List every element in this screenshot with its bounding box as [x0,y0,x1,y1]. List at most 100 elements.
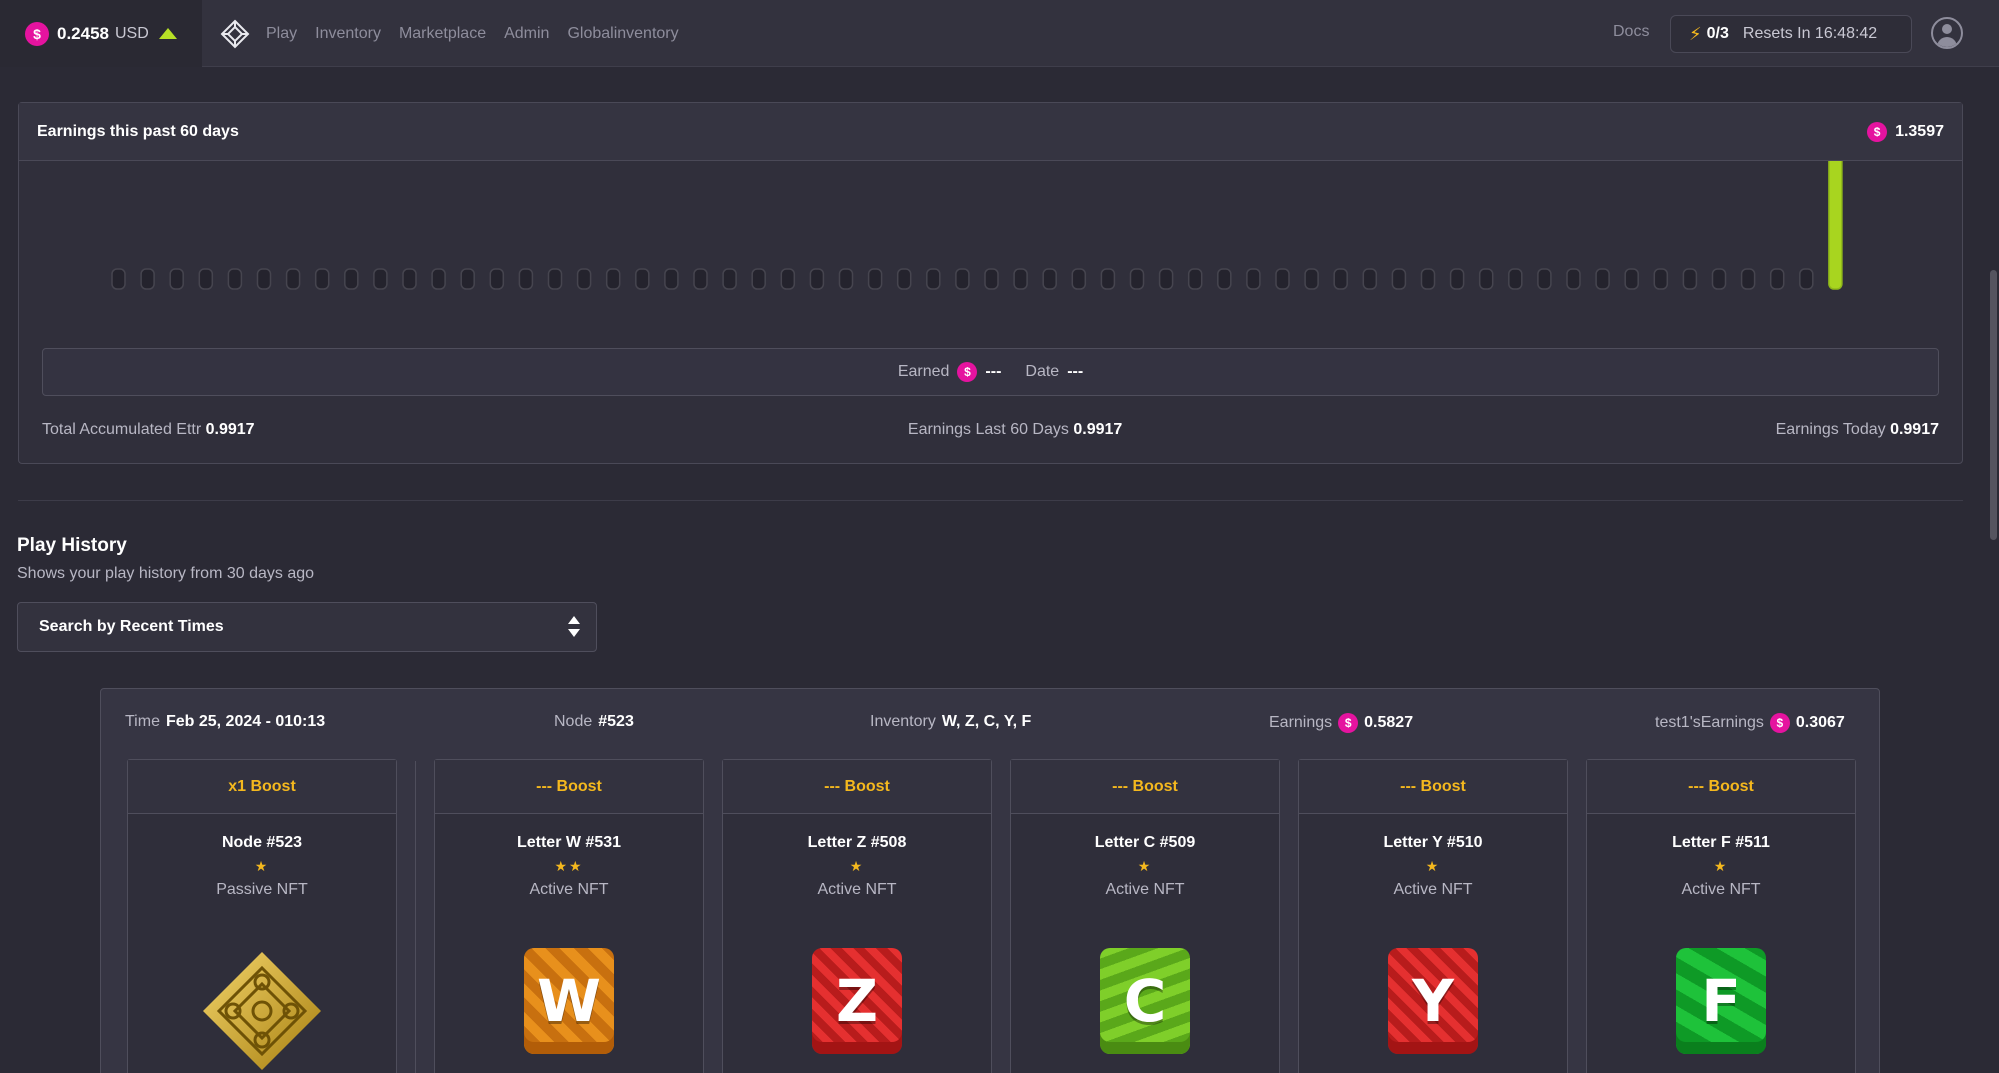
nav-inventory[interactable]: Inventory [315,25,381,43]
docs-link[interactable]: Docs [1613,23,1649,41]
history-sort-value: Search by Recent Times [39,618,224,635]
earnings-bar-day-12[interactable] [431,268,446,290]
earnings-chart-svg [111,161,1843,290]
nft-boost: --- Boost [1587,760,1855,814]
earnings-bar-day-24[interactable] [780,268,796,290]
earnings-bar-day-43[interactable] [1333,268,1348,290]
history-summary: Time Feb 25, 2024 - 010:13 Node #523 Inven… [101,689,1879,757]
earnings-bar-day-41[interactable] [1275,268,1290,290]
earnings-bar-day-39[interactable] [1217,268,1232,290]
earnings-bar-day-5[interactable] [227,268,243,290]
nft-name: Node #523 [221,834,303,851]
earnings-bar-day-40[interactable] [1246,268,1261,290]
nav-globalinventory[interactable]: Globalinventory [567,25,678,43]
earnings-bar-day-37[interactable] [1158,268,1174,290]
earnings-bar-day-35[interactable] [1100,268,1116,290]
earnings-bar-day-27[interactable] [867,268,883,290]
earnings-bar-day-4[interactable] [198,268,214,290]
earnings-bar-day-34[interactable] [1071,268,1087,290]
earnings-bar-day-2[interactable] [140,268,155,290]
earnings-bar-day-57[interactable] [1740,268,1756,290]
earnings-bar-day-52[interactable] [1595,268,1610,290]
earnings-bar-day-17[interactable] [576,268,592,290]
nft-card-letter-w[interactable]: --- Boost Letter W #531 ★★ Active NFT W [434,759,704,1073]
page-scrollbar[interactable] [1990,270,1997,540]
earnings-bar-day-14[interactable] [489,268,505,290]
earnings-bar-day-59[interactable] [1799,268,1814,290]
play-history-subtitle: Shows your play history from 30 days ago [17,565,315,582]
ettr-coin-icon: $ [1769,713,1790,733]
nav-marketplace[interactable]: Marketplace [399,25,486,43]
star-rating-icon: ★ [1713,858,1729,874]
earnings-bar-day-49[interactable] [1508,268,1523,290]
earnings-bar-day-36[interactable] [1129,268,1145,290]
star-rating-icon: ★ [849,858,865,874]
user-avatar-icon[interactable] [1931,17,1963,49]
earnings-bar-day-10[interactable] [373,268,388,290]
earnings-bar-day-55[interactable] [1682,268,1698,290]
earnings-bar-day-28[interactable] [896,268,912,290]
star-rating-icon: ★★ [554,858,584,874]
earnings-bar-day-56[interactable] [1711,268,1727,290]
diamond-logo-icon[interactable] [220,19,250,49]
earnings-bar-day-1[interactable] [111,268,126,290]
earnings-bar-day-48[interactable] [1478,268,1494,290]
earnings-bar-day-21[interactable] [693,268,708,290]
nft-card-letter-f[interactable]: --- Boost Letter F #511 ★ Active NFT F [1586,759,1856,1073]
nft-name: Letter F #511 [1672,834,1770,851]
earnings-bar-day-26[interactable] [838,268,854,290]
earnings-bar-day-31[interactable] [984,268,999,290]
earnings-bar-day-9[interactable] [344,268,359,290]
earnings-bar-day-20[interactable] [664,268,679,290]
earnings-bar-day-29[interactable] [926,268,941,290]
earnings-bar-day-15[interactable] [518,268,534,290]
total-accumulated: Total Accumulated Ettr 0.9917 [42,421,255,438]
earnings-bar-day-58[interactable] [1769,268,1785,290]
balance-currency: USD [115,24,149,42]
earnings-bar-day-46[interactable] [1420,268,1436,290]
earnings-bar-day-25[interactable] [809,268,825,290]
nav-admin[interactable]: Admin [504,25,549,43]
balance-amount: 0.2458 [57,23,109,43]
ettr-coin-icon: $ [957,362,978,382]
earnings-bar-day-30[interactable] [955,268,970,290]
nft-card-letter-c[interactable]: --- Boost Letter C #509 ★ Active NFT C [1010,759,1280,1073]
nft-card-node[interactable]: x1 Boost Node #523 ★ Passive NFT [127,759,397,1073]
history-sort-select[interactable]: Search by Recent Times [17,602,597,652]
earnings-bar-day-33[interactable] [1042,268,1057,290]
earnings-bar-day-18[interactable] [605,268,621,290]
earnings-bar-day-44[interactable] [1362,268,1378,290]
earnings-bar-day-8[interactable] [314,268,330,290]
energy-status[interactable]: ⚡ 0/3 Resets In 16:48:42 [1670,15,1912,53]
history-inventory: Inventory W, Z, C, Y, F [870,713,1032,730]
earnings-bar-day-22[interactable] [722,268,737,290]
earnings-bar-day-60[interactable] [1828,161,1843,290]
earnings-bar-day-50[interactable] [1537,268,1552,290]
earnings-bar-day-47[interactable] [1449,268,1465,290]
earnings-bar-day-6[interactable] [256,268,272,290]
earnings-bar-day-13[interactable] [460,268,475,290]
nft-card-letter-z[interactable]: --- Boost Letter Z #508 ★ Active NFT Z [722,759,992,1073]
history-time: Time Feb 25, 2024 - 010:13 [125,713,326,730]
earnings-bar-day-51[interactable] [1566,268,1581,290]
earnings-bar-day-19[interactable] [635,268,650,290]
earnings-bar-day-3[interactable] [169,268,184,290]
nav-play[interactable]: Play [266,25,297,43]
earnings-bar-day-54[interactable] [1653,268,1669,290]
history-test-earnings: test1'sEarnings $0.3067 [1655,713,1845,733]
earnings-bar-day-23[interactable] [751,268,766,290]
top-bar: $ 0.2458 USD Play Inventory Marketplace … [0,0,1999,67]
earnings-bar-day-16[interactable] [547,268,563,290]
earnings-header: Earnings this past 60 days $ 1.3597 [19,103,1962,161]
earnings-bar-day-53[interactable] [1624,268,1639,290]
earnings-bar-day-38[interactable] [1187,268,1203,290]
earnings-bar-day-11[interactable] [402,268,417,290]
earnings-bar-day-42[interactable] [1304,268,1319,290]
nft-card-letter-y[interactable]: --- Boost Letter Y #510 ★ Active NFT Y [1298,759,1568,1073]
date-value: --- [1067,363,1084,380]
nft-kind: Passive NFT [216,881,308,898]
earnings-bar-day-7[interactable] [285,268,301,290]
earnings-bar-day-45[interactable] [1391,268,1407,290]
earnings-bar-day-32[interactable] [1013,268,1028,290]
earned-value: --- [985,363,1002,380]
